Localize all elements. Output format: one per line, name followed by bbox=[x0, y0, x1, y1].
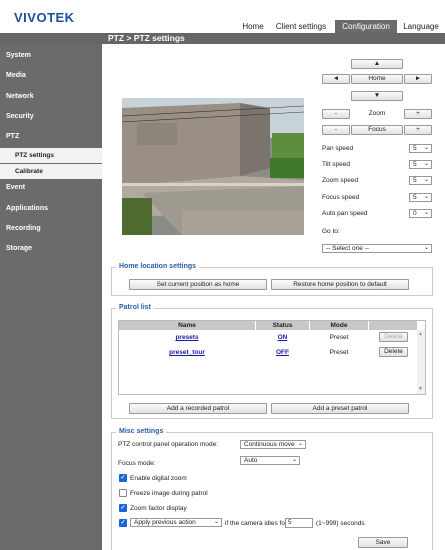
sidebar-item-security[interactable]: Security bbox=[6, 113, 34, 120]
idle-seconds-input[interactable]: 5 bbox=[285, 518, 313, 528]
add-recorded-patrol-button[interactable]: Add a recorded patrol bbox=[129, 403, 267, 414]
focus-speed-label: Focus speed bbox=[322, 194, 360, 201]
misc-settings-title: Misc settings bbox=[116, 428, 167, 435]
auto-pan-speed-label: Auto pan speed bbox=[322, 210, 368, 217]
nav-home[interactable]: Home bbox=[237, 20, 269, 33]
idle-text: if the camera idles for bbox=[225, 520, 288, 527]
zoom-in-button[interactable]: + bbox=[404, 109, 432, 119]
chevron-down-icon: ⌄ bbox=[423, 145, 429, 151]
sidebar-item-event[interactable]: Event bbox=[6, 184, 25, 191]
sidebar-item-network[interactable]: Network bbox=[6, 93, 34, 100]
chevron-down-icon: ⌄ bbox=[423, 245, 429, 251]
patrol-row-status[interactable]: ON bbox=[256, 334, 309, 341]
patrol-scrollbar[interactable] bbox=[417, 330, 425, 394]
zoom-label: Zoom bbox=[368, 110, 386, 117]
patrol-row-status[interactable]: OFF bbox=[256, 349, 309, 356]
sidebar: System Media Network Security PTZ PTZ se… bbox=[0, 44, 102, 550]
apply-action-select[interactable]: Apply previous action ⌄ bbox=[130, 518, 222, 527]
pan-speed-select[interactable]: 5 ⌄ bbox=[409, 144, 432, 153]
nav-client-settings[interactable]: Client settings bbox=[270, 20, 332, 33]
op-mode-select[interactable]: Continuous move ⌄ bbox=[240, 440, 306, 449]
focus-mode-select[interactable]: Auto ⌄ bbox=[240, 456, 300, 465]
home-button[interactable]: Home bbox=[351, 74, 403, 84]
sidebar-item-applications[interactable]: Applications bbox=[6, 205, 48, 212]
chevron-down-icon: ⌄ bbox=[297, 441, 303, 447]
delete-button-disabled: Delete bbox=[379, 332, 408, 342]
sidebar-sub-ptz-settings[interactable]: PTZ settings bbox=[0, 148, 102, 163]
column-header-mode: Mode bbox=[310, 321, 368, 330]
sidebar-item-media[interactable]: Media bbox=[6, 72, 26, 79]
tilt-speed-label: Tilt speed bbox=[322, 161, 350, 168]
patrol-row-mode: Preset bbox=[329, 334, 349, 341]
zoom-out-button[interactable]: - bbox=[322, 109, 350, 119]
pan-right-button[interactable]: ► bbox=[404, 74, 432, 84]
sidebar-item-storage[interactable]: Storage bbox=[6, 245, 32, 252]
patrol-list-title: Patrol list bbox=[116, 304, 154, 311]
tilt-down-button[interactable]: ▼ bbox=[351, 91, 403, 101]
op-mode-label: PTZ control panel operation mode: bbox=[118, 441, 219, 448]
chevron-down-icon: ⌄ bbox=[291, 457, 297, 463]
camera-live-view[interactable] bbox=[122, 98, 304, 235]
tilt-speed-select[interactable]: 5 ⌄ bbox=[409, 160, 432, 169]
add-preset-patrol-button[interactable]: Add a preset patrol bbox=[271, 403, 409, 414]
chevron-down-icon: ⌄ bbox=[423, 177, 429, 183]
column-header-action bbox=[369, 321, 417, 330]
zoom-speed-label: Zoom speed bbox=[322, 177, 359, 184]
column-header-name: Name bbox=[119, 321, 255, 330]
focus-button[interactable]: Focus bbox=[351, 125, 403, 135]
patrol-row-name[interactable]: presets bbox=[119, 334, 255, 341]
tilt-up-button[interactable]: ▲ bbox=[351, 59, 403, 69]
vivotek-logo: VIVOTEK bbox=[14, 10, 75, 25]
chevron-down-icon: ⌄ bbox=[423, 194, 429, 200]
patrol-row-name[interactable]: preset_tour bbox=[119, 349, 255, 356]
freeze-image-checkbox[interactable] bbox=[119, 489, 127, 497]
nav-configuration[interactable]: Configuration bbox=[335, 20, 397, 33]
set-home-button[interactable]: Set current position as home bbox=[129, 279, 267, 290]
zoom-factor-label: Zoom factor display bbox=[130, 505, 187, 512]
sidebar-sub-calibrate[interactable]: Calibrate bbox=[0, 164, 102, 179]
camera-scene-image bbox=[122, 98, 304, 235]
focus-near-button[interactable]: - bbox=[322, 125, 350, 135]
home-location-title: Home location settings bbox=[116, 263, 200, 270]
chevron-down-icon: ⌄ bbox=[423, 210, 429, 216]
nav-language[interactable]: Language bbox=[398, 20, 444, 33]
auto-pan-speed-select[interactable]: 0 ⌄ bbox=[409, 209, 432, 218]
scroll-up-icon[interactable]: ▲ bbox=[418, 331, 423, 337]
zoom-speed-select[interactable]: 5 ⌄ bbox=[409, 176, 432, 185]
zoom-factor-checkbox[interactable]: ✓ bbox=[119, 504, 127, 512]
digital-zoom-label: Enable digital zoom bbox=[130, 475, 187, 482]
header-bar bbox=[0, 33, 445, 44]
chevron-down-icon: ⌄ bbox=[213, 519, 219, 525]
column-header-status: Status bbox=[256, 321, 309, 330]
sidebar-item-ptz[interactable]: PTZ bbox=[6, 133, 19, 140]
focus-speed-select[interactable]: 5 ⌄ bbox=[409, 193, 432, 202]
goto-label: Go to: bbox=[322, 228, 340, 235]
sidebar-item-recording[interactable]: Recording bbox=[6, 225, 41, 232]
save-button[interactable]: Save bbox=[358, 537, 408, 548]
freeze-image-label: Freeze image during patrol bbox=[130, 490, 208, 497]
pan-speed-label: Pan speed bbox=[322, 145, 354, 152]
restore-home-button[interactable]: Restore home position to default bbox=[271, 279, 409, 290]
idle-range-label: (1~999) seconds bbox=[316, 520, 365, 527]
chevron-down-icon: ⌄ bbox=[423, 161, 429, 167]
pan-left-button[interactable]: ◄ bbox=[322, 74, 350, 84]
focus-mode-label: Focus mode: bbox=[118, 460, 156, 467]
apply-action-checkbox[interactable]: ✓ bbox=[119, 519, 127, 527]
focus-far-button[interactable]: + bbox=[404, 125, 432, 135]
goto-preset-select[interactable]: -- Select one -- ⌄ bbox=[322, 244, 432, 253]
sidebar-item-system[interactable]: System bbox=[6, 52, 31, 59]
scroll-down-icon[interactable]: ▼ bbox=[418, 386, 423, 392]
breadcrumb: PTZ > PTZ settings bbox=[108, 33, 185, 43]
patrol-row-mode: Preset bbox=[329, 349, 349, 356]
digital-zoom-checkbox[interactable]: ✓ bbox=[119, 474, 127, 482]
delete-button[interactable]: Delete bbox=[379, 347, 408, 357]
